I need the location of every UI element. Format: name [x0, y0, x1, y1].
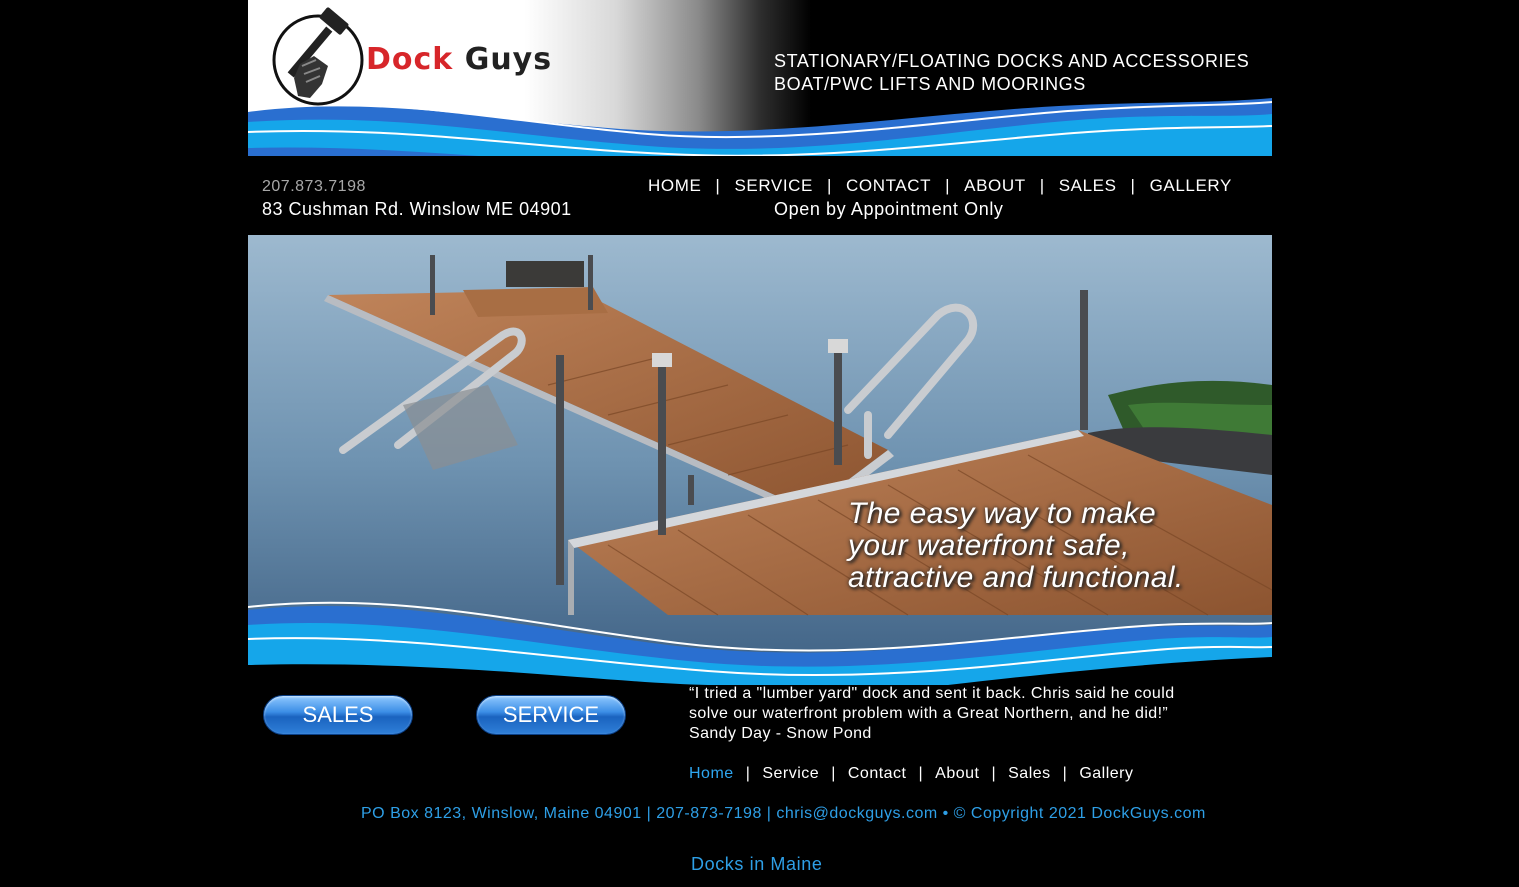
site-header: Dock Guys Stationary/Floating Docks and …: [248, 0, 1272, 170]
header-tagline: Stationary/Floating Docks and Accessorie…: [774, 51, 1250, 94]
main-nav-about[interactable]: ABOUT: [964, 176, 1026, 196]
dock-photo-illustration: [248, 235, 1272, 685]
footer-nav-separator: |: [991, 765, 997, 782]
testimonial-author: Sandy Day - Snow Pond: [689, 725, 872, 742]
footer-nav-gallery[interactable]: Gallery: [1079, 765, 1133, 783]
logo-wordmark[interactable]: Dock Guys: [366, 42, 552, 77]
testimonial: “I tried a "lumber yard" dock and sent i…: [689, 684, 1249, 744]
header-address: 83 Cushman Rd. Winslow ME 04901: [262, 199, 572, 219]
footer-nav-contact[interactable]: Contact: [848, 765, 907, 783]
logo-word-dock: Dock: [366, 42, 454, 77]
footer-nav-separator: |: [1062, 765, 1068, 782]
footer-nav-separator: |: [918, 765, 924, 782]
main-nav-service[interactable]: SERVICE: [734, 176, 813, 196]
nav-separator: |: [1130, 176, 1136, 195]
footer-nav: Home | Service | Contact | About | Sales…: [689, 765, 1134, 783]
footer-nav-sales[interactable]: Sales: [1008, 765, 1051, 783]
docks-in-maine-link[interactable]: Docks in Maine: [691, 854, 822, 875]
footer-contact-line: PO Box 8123, Winslow, Maine 04901 | 207-…: [361, 805, 1206, 822]
sales-button[interactable]: SALES: [263, 695, 413, 735]
footer-nav-home[interactable]: Home: [689, 765, 734, 783]
footer-nav-service[interactable]: Service: [762, 765, 819, 783]
logo-word-guys: Guys: [464, 42, 553, 77]
header-phone: 207.873.7198: [262, 178, 366, 195]
hero-banner: The easy way to make your waterfront saf…: [248, 235, 1272, 685]
footer-nav-separator: |: [831, 765, 836, 782]
main-nav-contact[interactable]: CONTACT: [846, 176, 931, 196]
nav-separator: |: [715, 176, 721, 195]
page: Dock Guys Stationary/Floating Docks and …: [248, 0, 1272, 887]
hero-caption-line: The easy way to make: [848, 497, 1157, 530]
main-nav-sales[interactable]: SALES: [1059, 176, 1117, 196]
nav-separator: |: [1039, 176, 1045, 195]
hero-caption-line: your waterfront safe,: [848, 529, 1130, 562]
hero-caption-line: attractive and functional.: [848, 561, 1184, 594]
testimonial-quote-line: “I tried a "lumber yard" dock and sent i…: [689, 685, 1175, 702]
hammer-fist-logo-icon: [272, 7, 364, 106]
main-nav-gallery[interactable]: GALLERY: [1150, 176, 1232, 196]
nav-separator: |: [945, 176, 951, 195]
hero-caption: The easy way to make your waterfront saf…: [848, 498, 1268, 594]
service-button[interactable]: SERVICE: [476, 695, 626, 735]
nav-separator: |: [826, 176, 832, 195]
hours-notice: Open by Appointment Only: [774, 199, 1004, 219]
footer-nav-about[interactable]: About: [935, 765, 979, 783]
footer-nav-separator: |: [745, 765, 751, 782]
main-nav-home[interactable]: HOME: [648, 176, 701, 196]
testimonial-quote-line: solve our waterfront problem with a Grea…: [689, 705, 1169, 722]
main-nav: HOME | SERVICE | CONTACT | ABOUT | SALES…: [648, 175, 1232, 197]
